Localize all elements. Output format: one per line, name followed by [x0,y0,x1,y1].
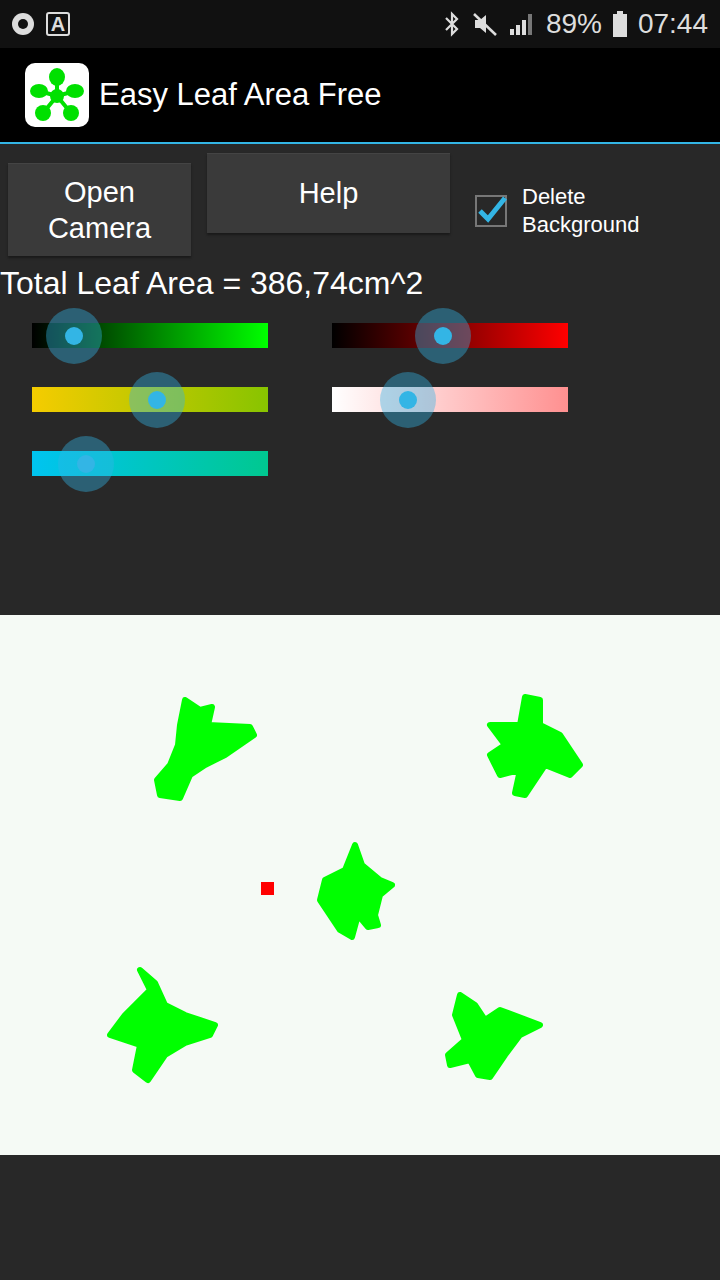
leaf-shape [448,995,540,1077]
slider-knob[interactable] [380,372,436,428]
slider-knob[interactable] [46,308,102,364]
bottom-fill [0,1155,720,1280]
green-slider[interactable] [32,323,268,348]
help-button[interactable]: Help [207,153,450,233]
app-title: Easy Leaf Area Free [99,77,382,113]
leaf-shape [490,697,580,795]
cyan-slider[interactable] [32,451,268,476]
record-icon [10,11,36,37]
slider-knob[interactable] [58,436,114,492]
font-notification-icon: A [46,12,70,36]
checkbox-label: Delete Background [522,183,672,238]
app-bar: Easy Leaf Area Free [0,48,720,144]
scale-marker [261,882,274,895]
open-camera-button[interactable]: Open Camera [8,163,191,256]
clock: 07:44 [638,8,708,40]
slider-knob[interactable] [129,372,185,428]
total-leaf-area: Total Leaf Area = 386,74cm^2 [0,263,720,303]
checkbox-icon[interactable] [474,194,508,228]
leaf-shape [320,845,392,937]
bluetooth-icon [442,11,462,37]
screen: A 89% 07:44 Easy Leaf Area Free Open Cam… [0,0,720,1280]
control-panel: Open Camera Help Delete Background Total… [0,144,720,615]
mute-icon [472,11,498,37]
leaf-shape [157,700,254,798]
status-bar: A 89% 07:44 [0,0,720,48]
leaf-image [0,615,720,1155]
leaf-mask [0,615,720,1155]
slider-knob[interactable] [415,308,471,364]
app-logo-icon [25,63,89,127]
red-slider[interactable] [332,323,568,348]
slider-grid [0,323,720,476]
signal-icon [508,11,536,37]
battery-icon [612,10,628,38]
delete-background-checkbox[interactable]: Delete Background [474,153,672,238]
leaf-shape [110,970,215,1080]
yellow-slider[interactable] [32,387,268,412]
pink-slider[interactable] [332,387,568,412]
battery-percent: 89% [546,8,602,40]
